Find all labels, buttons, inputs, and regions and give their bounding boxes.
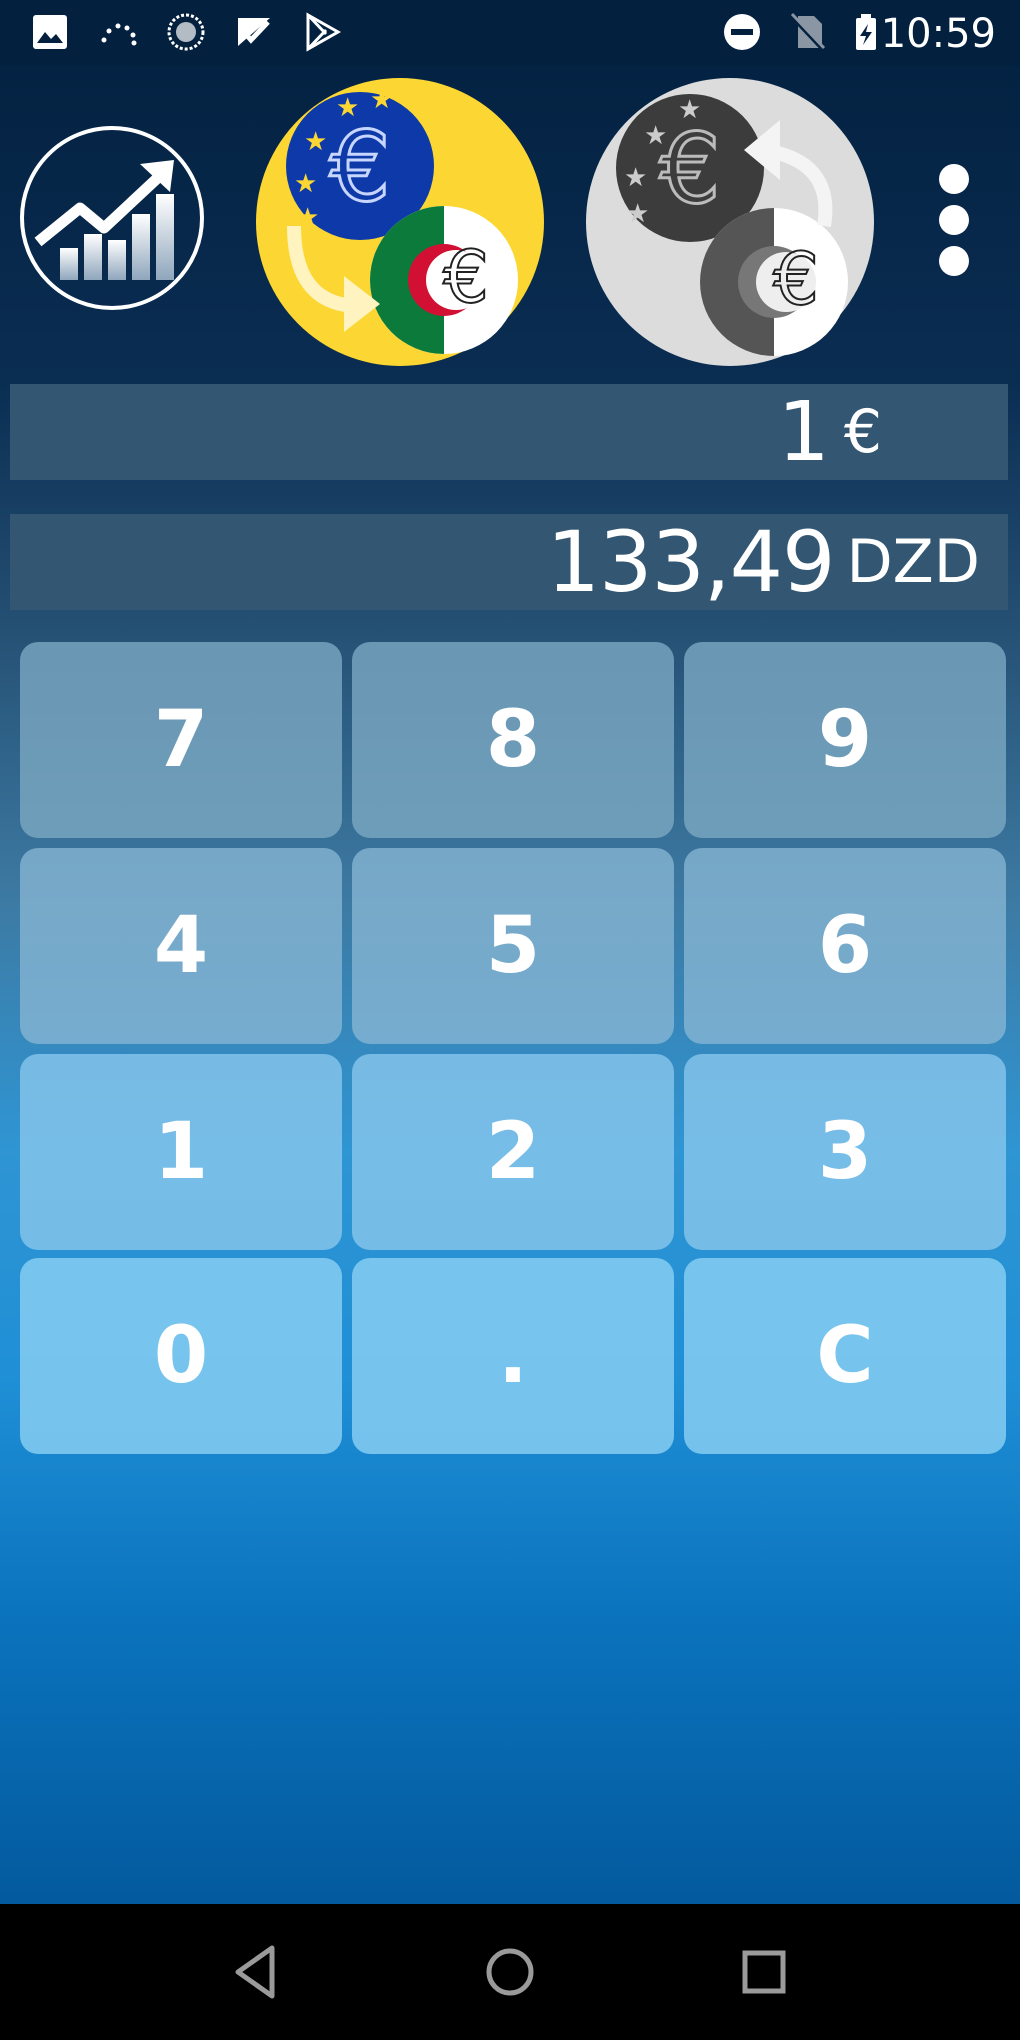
swap-currencies-button[interactable]: € ★ ★ ★ ★ € xyxy=(584,76,876,368)
to-amount-display[interactable]: 133,49 DZD xyxy=(10,513,1008,611)
circle-progress-icon xyxy=(167,13,205,51)
no-sim-icon xyxy=(790,12,826,52)
key-7[interactable]: 7 xyxy=(20,642,342,838)
home-icon[interactable] xyxy=(472,1934,548,2010)
key-clear[interactable]: C xyxy=(684,1258,1006,1454)
key-decimal[interactable]: . xyxy=(352,1258,674,1454)
more-menu-button[interactable] xyxy=(924,156,984,286)
euro-to-dinar-button[interactable]: € ★ ★ ★ ★ ★ € xyxy=(254,76,546,368)
svg-text:★: ★ xyxy=(304,127,327,157)
key-9[interactable]: 9 xyxy=(684,642,1006,838)
back-icon[interactable] xyxy=(218,1934,294,2010)
to-currency-code: DZD xyxy=(846,527,980,597)
checkmark-icon xyxy=(238,18,270,46)
clock: 10:59 xyxy=(880,11,996,57)
key-3[interactable]: 3 xyxy=(684,1054,1006,1250)
from-amount-value: 1 xyxy=(777,384,830,480)
key-4[interactable]: 4 xyxy=(20,848,342,1044)
key-1[interactable]: 1 xyxy=(20,1054,342,1250)
navigation-bar xyxy=(0,1904,1020,2040)
chart-button[interactable] xyxy=(20,126,204,310)
sync-dots-icon xyxy=(101,23,137,46)
from-currency-symbol: € xyxy=(843,397,882,467)
euro-to-dinar-icon: € ★ ★ ★ ★ ★ € xyxy=(256,78,544,366)
from-amount-display[interactable]: 1 € xyxy=(10,384,1008,480)
to-amount-value: 133,49 xyxy=(546,513,836,611)
svg-text:€: € xyxy=(329,111,390,223)
key-6[interactable]: 6 xyxy=(684,848,1006,1044)
key-8[interactable]: 8 xyxy=(352,642,674,838)
key-0[interactable]: 0 xyxy=(20,1258,342,1454)
key-5[interactable]: 5 xyxy=(352,848,674,1044)
do-not-disturb-icon xyxy=(724,14,760,50)
svg-text:★: ★ xyxy=(626,199,649,229)
image-icon xyxy=(33,15,67,49)
key-2[interactable]: 2 xyxy=(352,1054,674,1250)
play-store-icon xyxy=(306,12,342,52)
svg-text:€: € xyxy=(773,237,819,321)
svg-text:★: ★ xyxy=(370,85,393,115)
trending-chart-icon xyxy=(34,160,174,280)
svg-text:★: ★ xyxy=(294,169,317,199)
swap-currencies-icon: € ★ ★ ★ ★ € xyxy=(586,78,874,366)
svg-text:★: ★ xyxy=(336,93,359,123)
status-bar: 10:59 xyxy=(0,0,1020,66)
svg-text:€: € xyxy=(659,113,720,225)
svg-text:★: ★ xyxy=(678,95,701,125)
svg-text:€: € xyxy=(443,235,489,319)
svg-text:★: ★ xyxy=(624,163,647,193)
recents-icon[interactable] xyxy=(726,1934,802,2010)
svg-text:★: ★ xyxy=(644,121,667,151)
